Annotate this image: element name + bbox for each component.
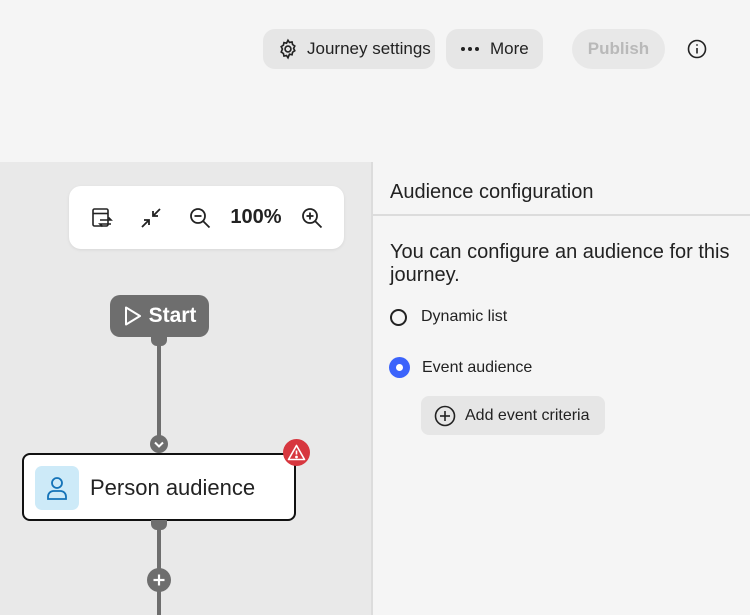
info-icon[interactable] [686, 38, 708, 60]
gear-icon [280, 38, 296, 60]
more-button[interactable]: More [446, 29, 543, 69]
add-circle-icon [434, 405, 456, 426]
radio-label: Event audience [422, 358, 533, 376]
connector-line [157, 527, 161, 569]
zoom-in-icon [302, 207, 323, 228]
switch-view-button[interactable] [87, 186, 117, 249]
radio-button-checked[interactable] [389, 357, 410, 378]
person-icon [35, 466, 79, 510]
canvas-toolbar: 100% [69, 186, 344, 249]
person-audience-node[interactable]: Person audience [22, 453, 296, 521]
add-event-criteria-button[interactable]: Add event criteria [421, 396, 605, 435]
radio-event-audience[interactable]: Event audience [389, 357, 533, 378]
more-label: More [490, 39, 529, 58]
journey-settings-button[interactable]: Journey settings [263, 29, 435, 69]
node-label: Person audience [90, 475, 256, 500]
ellipsis-icon [461, 47, 479, 51]
journey-settings-label: Journey settings [307, 39, 431, 58]
publish-label: Publish [587, 39, 650, 58]
panel-description: You can configure an audience for this j… [390, 241, 730, 286]
panel-title: Audience configuration [390, 181, 594, 203]
audience-config-panel: Audience configuration You can configure… [371, 162, 750, 615]
start-node[interactable]: Start [110, 295, 209, 337]
zoom-level: 100% [227, 186, 285, 249]
collapse-button[interactable] [136, 186, 166, 249]
start-label: Start [148, 304, 197, 327]
warning-icon[interactable] [283, 439, 310, 466]
radio-button[interactable] [390, 308, 407, 326]
radio-dynamic-list[interactable]: Dynamic list [390, 308, 507, 326]
journey-header: Journey settings More Publish [0, 0, 750, 160]
zoom-in-button[interactable] [297, 186, 327, 249]
connector-line [157, 591, 161, 615]
journey-canvas[interactable]: 100% Start Person audience [0, 162, 371, 615]
panel-divider [373, 214, 750, 216]
connector-line [157, 344, 161, 438]
add-step-icon[interactable] [147, 568, 171, 592]
zoom-out-button[interactable] [185, 186, 215, 249]
zoom-level-text: 100% [230, 206, 282, 228]
add-criteria-label: Add event criteria [465, 406, 590, 424]
radio-label: Dynamic list [421, 308, 508, 325]
switch-view-icon [92, 207, 113, 227]
play-icon [124, 306, 141, 326]
publish-button[interactable]: Publish [572, 29, 665, 69]
chevron-down-icon[interactable] [150, 435, 168, 453]
zoom-out-icon [190, 207, 211, 228]
collapse-icon [141, 207, 161, 228]
